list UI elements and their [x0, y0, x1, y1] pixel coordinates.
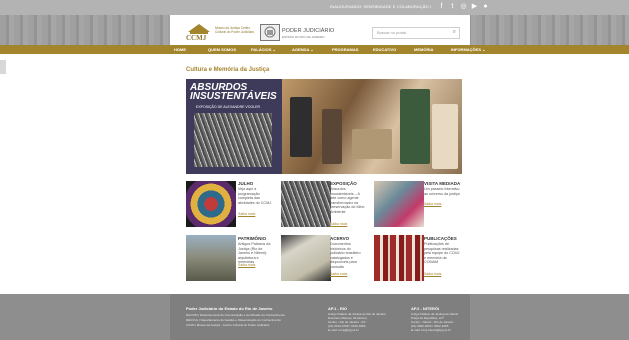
nav-educativo[interactable]: EDUCATIVO [373, 47, 396, 52]
top-bar: INAUGURANDO: SENSIBIDADE E COLABORAÇÃO I… [0, 0, 629, 15]
twitter-icon[interactable]: t [448, 3, 457, 11]
footer-line[interactable]: CCMJ | Museu da Justiça - Centro Cultura… [186, 323, 269, 327]
footer-col2-title: AP.1 - RIO [328, 306, 348, 311]
card-title-visita[interactable]: VISITA MEDIADA [424, 181, 460, 186]
carousel-dots[interactable] [192, 167, 212, 174]
footer-col3-email[interactable]: E-mail: ccmj.niteroi@tjrj.jus.br [411, 328, 451, 332]
card-image-acervo[interactable] [281, 235, 331, 281]
visitor-figure [322, 109, 342, 164]
card-more-publicacoes[interactable]: Saiba mais [424, 272, 441, 276]
nav-home[interactable]: HOME [174, 47, 186, 52]
search-icon[interactable]: ⌕ [453, 29, 456, 36]
nav-palacios[interactable]: PALÁCIOS ⌄ [251, 47, 276, 52]
footer-col2-email[interactable]: E-mail: ccmj@tjrj.jus.br [328, 328, 359, 332]
nav-informacoes[interactable]: INFORMAÇÕES ⌄ [451, 47, 485, 52]
nav-programas[interactable]: PROGRAMAS [332, 47, 358, 52]
judiciary-subtitle: ESTADO DO RIO DE JANEIRO [282, 35, 325, 39]
card-text-visita: Um passeio interativo ao universo da jus… [424, 187, 460, 196]
main-nav: HOME QUEM SOMOS PALÁCIOS ⌄ AGENDA ⌄ PROG… [0, 45, 629, 54]
card-text-exposicao: Absurdos Insustentáveis – A arte como ag… [330, 187, 365, 214]
exhibition-poster: ABSURDOS INSUSTENTÁVEIS EXPOSIÇÃO DE ALE… [186, 79, 282, 174]
card-more-visita[interactable]: Saiba mais [424, 202, 441, 206]
visitor-figure [290, 97, 312, 157]
search-placeholder: Buscar no portal [377, 30, 407, 35]
search-input[interactable]: Buscar no portal ⌕ [372, 27, 460, 39]
footer-col3-title: AP.2 - NITERÓI [411, 306, 440, 311]
card-text-julho: Veja aqui a programação completa das ati… [238, 187, 273, 205]
card-more-acervo[interactable]: Saiba mais [330, 272, 347, 276]
footer-line[interactable]: DGCOM | Diretoria-Geral de Comunicação e… [186, 313, 285, 317]
top-tagline-link[interactable]: INAUGURANDO: SENSIBIDADE E COLABORAÇÃO I [330, 4, 431, 9]
nav-quem-somos[interactable]: QUEM SOMOS [208, 47, 236, 52]
card-title-publicacoes[interactable]: PUBLICAÇÕES [424, 236, 457, 241]
hero-subtitle: EXPOSIÇÃO DE ALEXANDRE VOGLER [196, 105, 260, 109]
card-title-patrimonio[interactable]: PATRIMÔNIO [238, 236, 266, 241]
judiciary-crest-icon[interactable] [260, 24, 280, 41]
card-more-julho[interactable]: Saiba mais [238, 212, 255, 216]
youtube-icon[interactable]: ▶ [470, 3, 479, 11]
card-more-patrimonio[interactable]: Saiba mais [238, 263, 255, 267]
footer-title: Poder Judiciário do Estado do Rio de Jan… [186, 306, 273, 311]
card-image-exposicao[interactable] [281, 181, 331, 227]
card-title-julho[interactable]: JULHO [238, 181, 253, 186]
page-title: Cultura e Memória da Justiça [186, 67, 270, 73]
nav-memoria[interactable]: MEMÓRIA [414, 47, 433, 52]
visitor-figure [400, 89, 430, 164]
card-image-julho[interactable] [186, 181, 236, 227]
card-image-patrimonio[interactable] [186, 235, 236, 281]
card-text-acervo: Documentos históricos do judiciário bras… [330, 242, 361, 269]
card-image-publicacoes[interactable] [374, 235, 424, 281]
visitors-photo [282, 79, 462, 174]
instagram-icon[interactable]: ◎ [459, 3, 468, 11]
card-text-patrimonio: Antigos Palácios da Justiça (Rio de Jane… [238, 242, 271, 265]
footer [0, 294, 629, 340]
ccmj-wordmark: CCMJ [186, 34, 207, 42]
footer-line[interactable]: DECCUL | Departamento de Gestão e Dissem… [186, 318, 281, 322]
hero-title: ABSURDOS INSUSTENTÁVEIS [190, 82, 277, 102]
judiciary-title: PODER JUDICIÁRIO [282, 28, 335, 34]
card-title-exposicao[interactable]: EXPOSIÇÃO [330, 181, 357, 186]
ccmj-subtitle: Museu da Justiça Centro Cultural do Pode… [215, 26, 255, 34]
sculpture-table [352, 129, 392, 159]
card-title-acervo[interactable]: ACERVO [330, 236, 349, 241]
card-text-publicacoes: Publicações de pesquisas realizadas pela… [424, 242, 460, 265]
flickr-icon[interactable]: ● [481, 3, 490, 11]
card-more-exposicao[interactable]: Saiba mais [330, 222, 347, 226]
side-scroll-indicator [0, 60, 6, 74]
hero-carousel[interactable]: ABSURDOS INSUSTENTÁVEIS EXPOSIÇÃO DE ALE… [186, 79, 462, 174]
sculpture-image [194, 113, 272, 167]
nav-agenda[interactable]: AGENDA ⌄ [292, 47, 314, 52]
visitor-figure [432, 104, 458, 169]
card-image-visita[interactable] [374, 181, 424, 227]
facebook-icon[interactable]: f [437, 3, 446, 11]
